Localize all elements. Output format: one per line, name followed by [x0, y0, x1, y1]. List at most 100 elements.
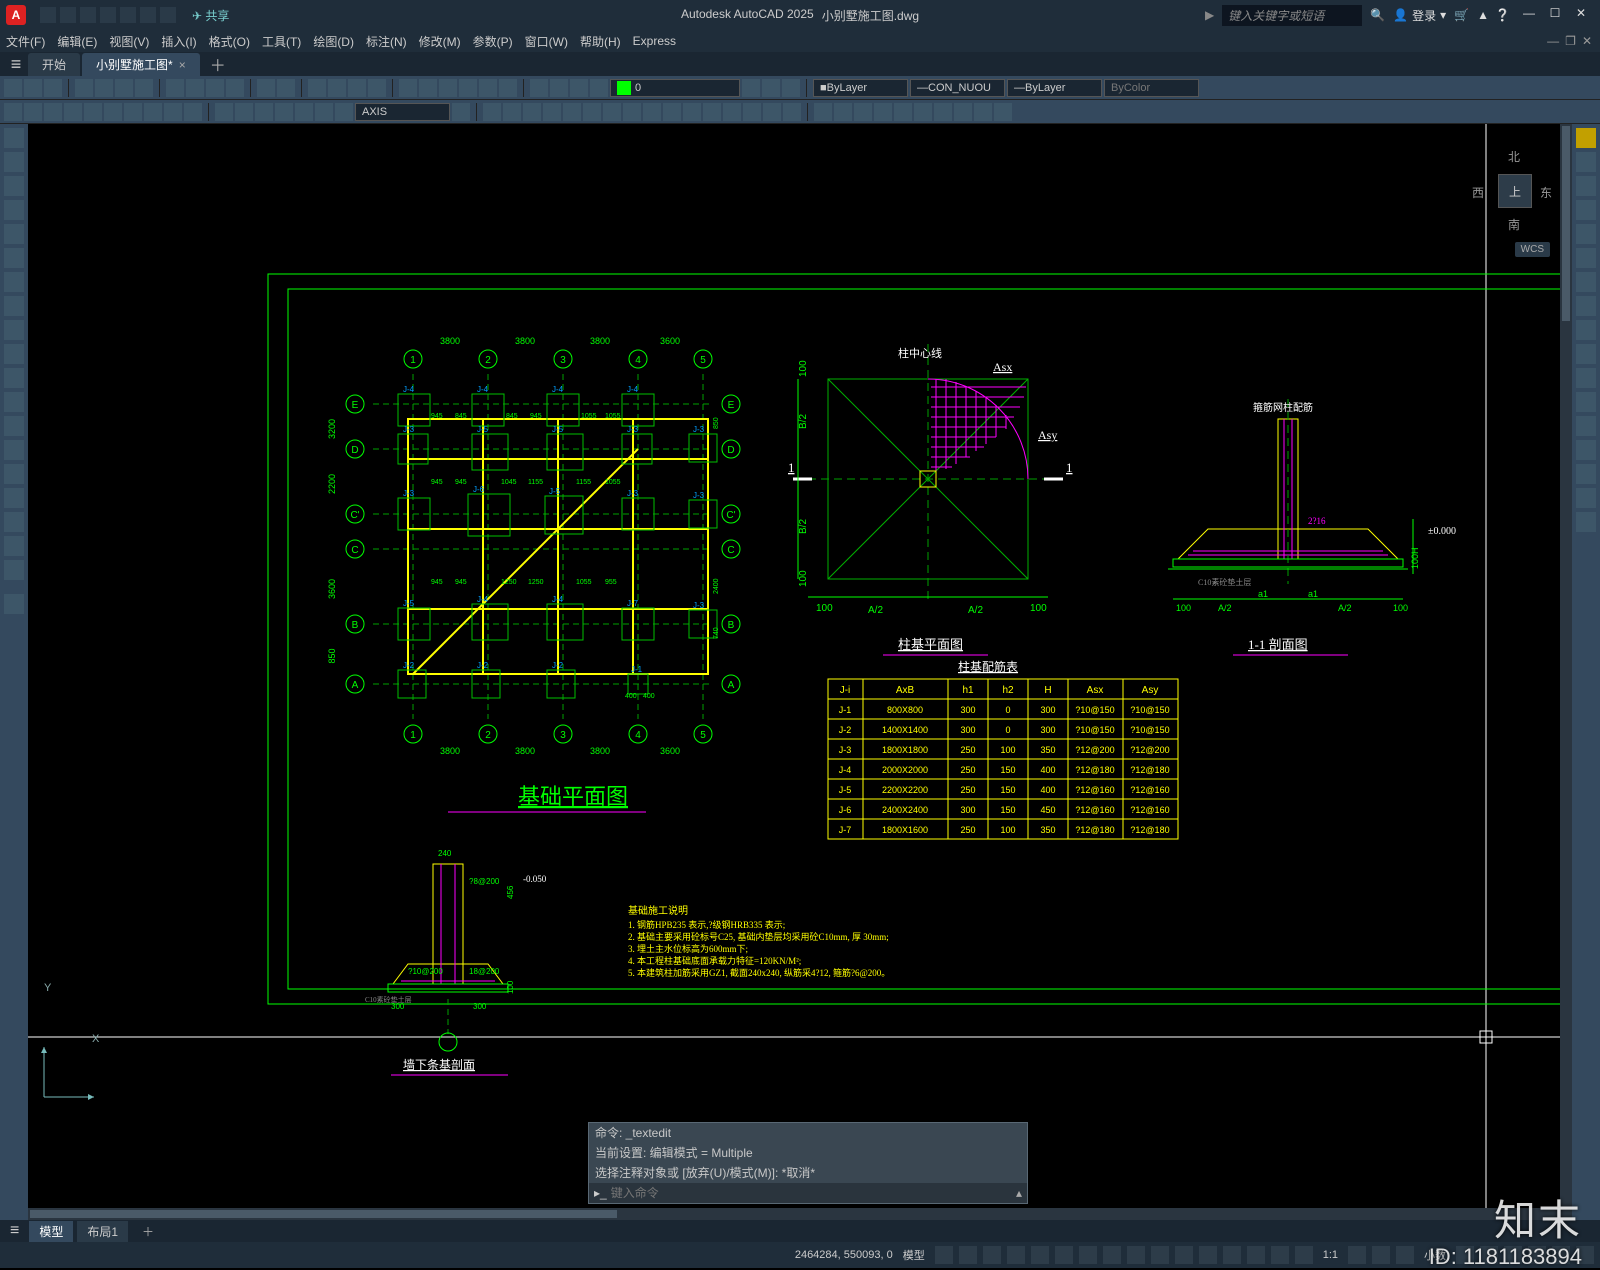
dim-arc-icon[interactable]	[44, 103, 62, 121]
menu-modify[interactable]: 修改(M)	[419, 33, 461, 50]
dim-update-icon[interactable]	[335, 103, 353, 121]
close-tab-icon[interactable]: ×	[179, 58, 186, 72]
tool-erase-icon[interactable]	[1576, 152, 1596, 172]
modify-extend-icon[interactable]	[683, 103, 701, 121]
viewcube-south[interactable]: 南	[1508, 216, 1520, 233]
modify-offset-icon[interactable]	[543, 103, 561, 121]
grid-toggle-icon[interactable]	[935, 1246, 953, 1264]
qat-saveas-icon[interactable]	[100, 7, 116, 23]
region-icon[interactable]	[954, 103, 972, 121]
polygon-icon[interactable]	[4, 200, 24, 220]
tool-move-icon[interactable]	[1576, 272, 1596, 292]
insert-block-icon[interactable]	[4, 392, 24, 412]
tool-stretch-icon[interactable]	[1576, 344, 1596, 364]
make-block-icon[interactable]	[4, 416, 24, 436]
color-dropdown[interactable]: ■ ByLayer	[813, 79, 908, 97]
modify-move-icon[interactable]	[583, 103, 601, 121]
modify-copy-icon[interactable]	[503, 103, 521, 121]
close-button[interactable]: ✕	[1570, 6, 1592, 24]
tool-chamfer-icon[interactable]	[1576, 464, 1596, 484]
modify-erase-icon[interactable]	[483, 103, 501, 121]
image-icon[interactable]	[894, 103, 912, 121]
command-line[interactable]: 命令: _textedit 当前设置: 编辑模式 = Multiple 选择注释…	[588, 1122, 1028, 1204]
designcenter-icon[interactable]	[419, 79, 437, 97]
menu-window[interactable]: 窗口(W)	[525, 33, 568, 50]
publish-icon[interactable]	[115, 79, 133, 97]
print-icon[interactable]	[75, 79, 93, 97]
app-exchange-icon[interactable]: 🛒	[1454, 8, 1469, 22]
menu-help[interactable]: 帮助(H)	[580, 33, 621, 50]
quickcalc-icon[interactable]	[499, 79, 517, 97]
table-icon[interactable]	[974, 103, 992, 121]
cmd-expand-icon[interactable]: ▴	[1016, 1186, 1022, 1200]
viewcube-west[interactable]: 西	[1472, 184, 1484, 201]
zoomprev-icon[interactable]	[368, 79, 386, 97]
modify-chamfer-icon[interactable]	[743, 103, 761, 121]
viewcube-east[interactable]: 东	[1540, 184, 1552, 201]
layer-lock-icon[interactable]	[590, 79, 608, 97]
undo-icon[interactable]	[257, 79, 275, 97]
mtext-tool-icon[interactable]	[4, 560, 24, 580]
dim-linear-icon[interactable]	[4, 103, 22, 121]
modify-array-icon[interactable]	[563, 103, 581, 121]
viewcube[interactable]: 上 北 南 西 东	[1468, 144, 1558, 234]
layer-manager-icon[interactable]	[530, 79, 548, 97]
toolpalettes-icon[interactable]	[439, 79, 457, 97]
tolerance-icon[interactable]	[255, 103, 273, 121]
properties-icon[interactable]	[399, 79, 417, 97]
layer-off-icon[interactable]	[570, 79, 588, 97]
tool-offset-icon[interactable]	[1576, 224, 1596, 244]
selection-filter-icon[interactable]	[1223, 1246, 1241, 1264]
tool-highlight-icon[interactable]	[1576, 128, 1596, 148]
menu-draw[interactable]: 绘图(D)	[313, 33, 354, 50]
tab-layout1[interactable]: 布局1	[77, 1221, 128, 1242]
rect-icon[interactable]	[4, 224, 24, 244]
otrack-toggle-icon[interactable]	[1055, 1246, 1073, 1264]
tool-array-icon[interactable]	[1576, 248, 1596, 268]
dim-edit-icon[interactable]	[295, 103, 313, 121]
snap-toggle-icon[interactable]	[959, 1246, 977, 1264]
gizmo-icon[interactable]	[1247, 1246, 1265, 1264]
qat-redo-icon[interactable]	[160, 7, 176, 23]
menu-edit[interactable]: 编辑(E)	[57, 33, 97, 50]
hatch-tool-icon[interactable]	[4, 464, 24, 484]
linetype-dropdown[interactable]: — CON_NUOU	[910, 79, 1005, 97]
command-input[interactable]	[611, 1186, 1016, 1200]
doc-close-button[interactable]: ✕	[1582, 34, 1592, 48]
dyn-toggle-icon[interactable]	[1079, 1246, 1097, 1264]
dim-textedit-icon[interactable]	[315, 103, 333, 121]
plotstyle-dropdown[interactable]: ByColor	[1104, 79, 1199, 97]
new-icon[interactable]	[4, 79, 22, 97]
tab-start[interactable]: 开始	[28, 53, 80, 76]
menu-format[interactable]: 格式(O)	[209, 33, 250, 50]
gradient-tool-icon[interactable]	[4, 488, 24, 508]
xref-icon[interactable]	[874, 103, 892, 121]
ellipse-icon[interactable]	[4, 344, 24, 364]
layer-dropdown[interactable]: 0	[610, 79, 740, 97]
layer-prev-icon[interactable]	[742, 79, 760, 97]
circle-icon[interactable]	[4, 272, 24, 292]
block-create-icon[interactable]	[814, 103, 832, 121]
hatch-icon[interactable]	[914, 103, 932, 121]
tool-mirror-icon[interactable]	[1576, 200, 1596, 220]
tool-trim-icon[interactable]	[1576, 368, 1596, 388]
revcloud-icon[interactable]	[4, 296, 24, 316]
tool-extend-icon[interactable]	[1576, 392, 1596, 412]
modify-explode-icon[interactable]	[783, 103, 801, 121]
annotation-visibility-icon[interactable]	[1271, 1246, 1289, 1264]
ortho-toggle-icon[interactable]	[983, 1246, 1001, 1264]
tool-explode-icon[interactable]	[1576, 512, 1596, 532]
addsel-icon[interactable]	[4, 594, 24, 614]
modify-fillet-icon[interactable]	[763, 103, 781, 121]
doc-minimize-button[interactable]: —	[1547, 34, 1559, 48]
modify-scale-icon[interactable]	[623, 103, 641, 121]
layer-freeze-icon[interactable]	[550, 79, 568, 97]
sheetset-icon[interactable]	[459, 79, 477, 97]
dim-diameter-icon[interactable]	[104, 103, 122, 121]
arc-icon[interactable]	[4, 248, 24, 268]
modify-stretch-icon[interactable]	[643, 103, 661, 121]
tool-fillet-icon[interactable]	[1576, 488, 1596, 508]
paste-icon[interactable]	[206, 79, 224, 97]
dim-quick-icon[interactable]	[144, 103, 162, 121]
3dosnap-icon[interactable]	[1175, 1246, 1193, 1264]
